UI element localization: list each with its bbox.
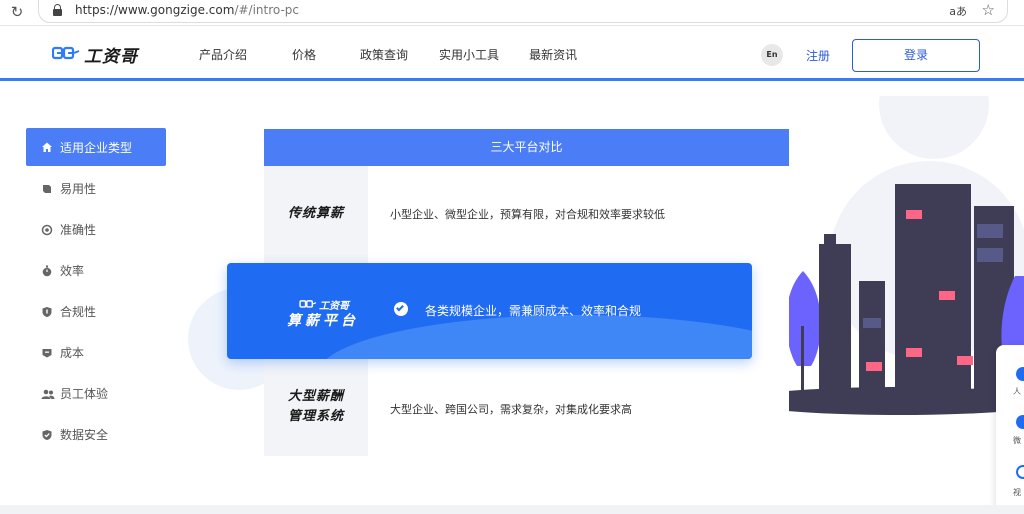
address-bar[interactable]: https://www.gongzige.com/#/intro-pc aあ ☆ <box>38 0 1008 23</box>
sidebar-item-label: 准确性 <box>60 223 97 237</box>
row-desc-traditional: 小型企业、微型企业，预算有限，对合规和效率要求较低 <box>390 208 665 221</box>
row-desc-platform: 各类规模企业，需兼顾成本、效率和合规 <box>425 304 642 318</box>
cube-icon <box>41 183 53 195</box>
main-nav: 产品介绍 价格 政策查询 实用小工具 最新资讯 <box>199 46 577 63</box>
logo-mark-icon <box>299 300 317 308</box>
users-icon <box>41 388 55 400</box>
wallet-icon <box>41 347 53 359</box>
highlight-row-platform: 工资哥 算薪平台 各类规模企业，需兼顾成本、效率和合规 <box>227 263 752 359</box>
sidebar-item-label: 易用性 <box>60 182 97 196</box>
row-label-text: 大型薪酬 <box>287 389 344 404</box>
site-logo[interactable]: 工资哥 <box>52 42 138 67</box>
decor-wave <box>317 315 752 359</box>
city-illustration <box>789 96 1024 476</box>
row-desc-enterprise: 大型企业、跨国公司，需求复杂，对集成化要求高 <box>390 403 632 416</box>
comparison-title: 三大平台对比 <box>264 129 789 166</box>
float-item-wechat[interactable]: 微 <box>996 405 1024 455</box>
check-circle-icon <box>394 302 408 316</box>
stopwatch-icon <box>41 265 53 277</box>
target-icon <box>41 224 53 236</box>
platform-title: 算薪平台 <box>287 313 359 329</box>
url-text: https://www.gongzige.com/#/intro-pc <box>75 3 300 17</box>
logo-mark-icon <box>52 46 80 60</box>
sidebar-item-data-security[interactable]: 数据安全 <box>26 414 166 455</box>
site-header: 工资哥 产品介绍 价格 政策查询 实用小工具 最新资讯 En 注册 登录 <box>0 27 1024 79</box>
sidebar-item-label: 数据安全 <box>60 428 109 442</box>
logo-text: 工资哥 <box>84 46 138 67</box>
home-icon <box>41 141 53 153</box>
headset-icon <box>1016 367 1024 381</box>
sidebar-item-usability[interactable]: 易用性 <box>26 168 166 209</box>
login-button[interactable]: 登录 <box>852 39 980 72</box>
footer-strip <box>0 505 1024 514</box>
sidebar-item-label: 成本 <box>60 346 85 360</box>
register-link[interactable]: 注册 <box>806 47 830 64</box>
shield-check-icon <box>41 429 53 441</box>
floating-contact-panel: 人 微 视 <box>996 345 1024 513</box>
sidebar-item-label: 适用企业类型 <box>60 140 133 155</box>
video-icon <box>1016 465 1024 479</box>
language-toggle[interactable]: En <box>761 44 783 66</box>
float-item-label: 人 <box>1013 387 1021 396</box>
row-label-text: 管理系统 <box>287 409 344 424</box>
row-label-traditional: 传统算薪 <box>264 166 368 263</box>
sidebar-item-label: 员工体验 <box>60 387 109 401</box>
sidebar-menu: 适用企业类型 易用性 准确性 效率 合规性 成本 员工体验 数据安全 <box>26 128 166 455</box>
nav-item-product[interactable]: 产品介绍 <box>199 46 247 63</box>
sidebar-item-accuracy[interactable]: 准确性 <box>26 209 166 250</box>
row-label-enterprise: 大型薪酬 管理系统 <box>264 359 368 456</box>
sidebar-item-company-types[interactable]: 适用企业类型 <box>26 128 166 166</box>
nav-item-policy[interactable]: 政策查询 <box>360 46 408 63</box>
header-accent-line <box>0 78 1024 81</box>
shield-icon <box>41 306 53 318</box>
float-item-video[interactable]: 视 <box>996 457 1024 507</box>
bookmark-star-icon[interactable]: ☆ <box>982 1 995 19</box>
sidebar-item-label: 合规性 <box>60 305 97 319</box>
lock-icon[interactable] <box>53 4 62 16</box>
row-label-text: 传统算薪 <box>287 206 344 221</box>
float-item-label: 视 <box>1013 488 1021 497</box>
sidebar-item-compliance[interactable]: 合规性 <box>26 291 166 332</box>
browser-toolbar: ↻ https://www.gongzige.com/#/intro-pc aあ… <box>0 0 1024 26</box>
sidebar-item-employee-experience[interactable]: 员工体验 <box>26 373 166 414</box>
sidebar-item-label: 效率 <box>60 264 85 278</box>
sidebar-item-cost[interactable]: 成本 <box>26 332 166 373</box>
city-illustration-svg <box>789 96 1024 436</box>
nav-item-news[interactable]: 最新资讯 <box>529 46 577 63</box>
nav-item-tools[interactable]: 实用小工具 <box>439 46 499 63</box>
float-item-label: 微 <box>1013 436 1021 445</box>
nav-item-pricing[interactable]: 价格 <box>292 46 316 63</box>
float-item-service[interactable]: 人 <box>996 353 1024 403</box>
reload-icon[interactable]: ↻ <box>8 3 26 21</box>
sidebar-item-efficiency[interactable]: 效率 <box>26 250 166 291</box>
reader-mode-icon[interactable]: aあ <box>949 3 967 19</box>
wechat-icon <box>1016 415 1024 429</box>
